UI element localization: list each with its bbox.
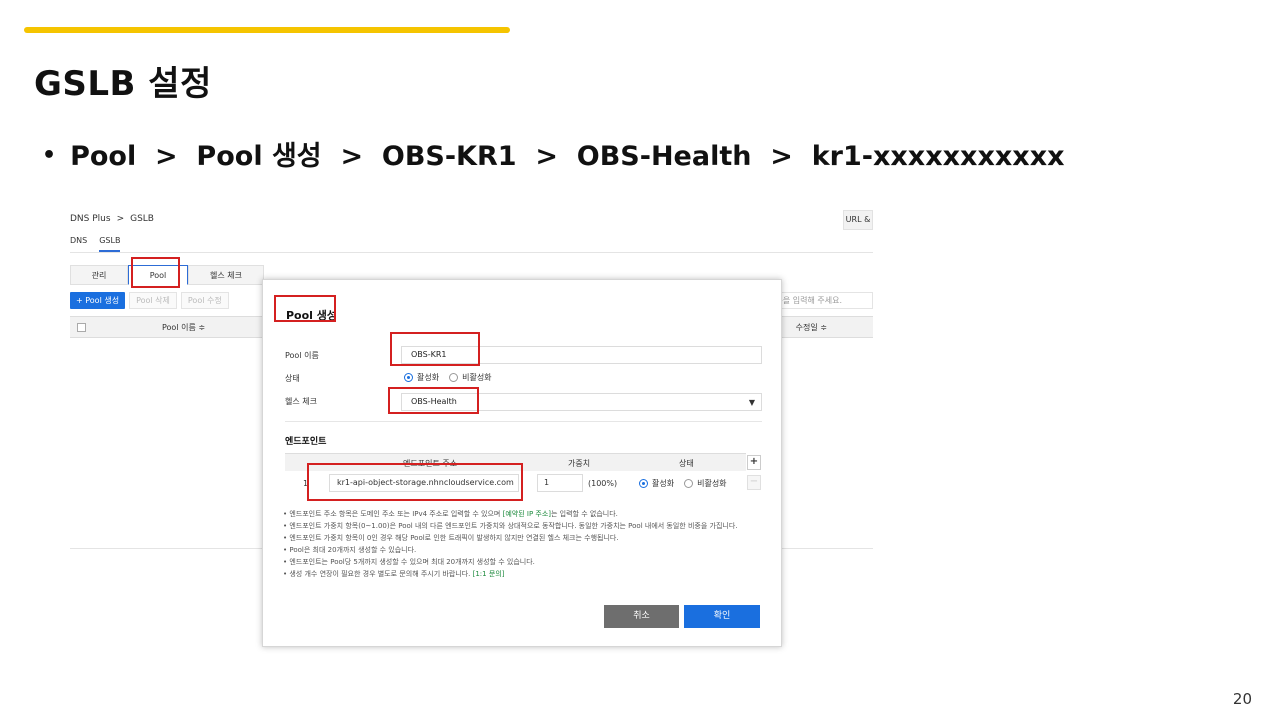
note-text: 생성 개수 연장이 필요한 경우 별도로 문의해 주시기 바랍니다. xyxy=(289,570,473,578)
highlight-health-check xyxy=(388,387,479,414)
accent-bar xyxy=(24,27,510,33)
cancel-button[interactable]: 취소 xyxy=(604,605,679,628)
confirm-button[interactable]: 확인 xyxy=(684,605,760,628)
highlight-endpoint-address xyxy=(307,463,523,501)
status-disabled-label: 비활성화 xyxy=(462,373,492,382)
endpoint-enabled-radio[interactable] xyxy=(639,479,648,488)
service-tabs: DNS GSLB xyxy=(70,236,132,252)
remove-endpoint-button[interactable]: − xyxy=(747,475,761,490)
status-label: 상태 xyxy=(285,374,300,383)
status-enabled-label: 활성화 xyxy=(417,373,440,382)
note-text: 엔드포인트 가중치 항목이 0인 경우 해당 Pool로 인한 트래픽이 발생하… xyxy=(289,534,619,542)
note-text: 엔드포인트 가중치 항목(0~1.00)은 Pool 내의 다른 엔드포인트 가… xyxy=(289,522,738,530)
breadcrumb-separator: > xyxy=(116,214,125,224)
caret-down-icon: ▼ xyxy=(748,398,755,407)
note-text: 는 입력할 수 없습니다. xyxy=(551,510,618,518)
endpoints-section-title: 엔드포인트 xyxy=(285,437,327,447)
endpoint-weight-percent: (100%) xyxy=(588,479,618,488)
column-pool-name[interactable]: Pool 이름 ≑ xyxy=(162,322,205,333)
endpoint-weight-input[interactable]: 1 xyxy=(537,474,583,492)
health-check-label: 헬스 체크 xyxy=(285,397,317,406)
slide-title: GSLB 설정 xyxy=(34,64,212,104)
divider xyxy=(70,252,873,253)
status-disabled-radio[interactable] xyxy=(449,373,459,382)
note-item: • 생성 개수 연장이 필요한 경우 별도로 문의해 주시기 바랍니다. [1:… xyxy=(283,570,505,578)
endpoint-disabled-radio[interactable] xyxy=(684,479,694,488)
highlight-pool-tab xyxy=(131,257,180,288)
divider xyxy=(285,421,762,422)
breadcrumb-gslb[interactable]: GSLB xyxy=(130,214,154,224)
endpoint-disabled-label: 비활성화 xyxy=(697,479,727,488)
highlight-modal-title xyxy=(274,295,336,322)
tab-gslb[interactable]: GSLB xyxy=(99,236,121,252)
navigation-path-bullet: • Pool > Pool 생성 > OBS-KR1 > OBS-Health >… xyxy=(42,134,1065,173)
tab-health-check[interactable]: 헬스 체크 xyxy=(188,265,264,285)
note-item: • Pool은 최대 20개까지 생성할 수 있습니다. xyxy=(283,546,417,554)
edit-pool-button[interactable]: Pool 수정 xyxy=(180,292,229,309)
breadcrumb-dns-plus[interactable]: DNS Plus xyxy=(70,214,111,224)
column-modified[interactable]: 수정일 ≑ xyxy=(796,322,827,333)
column-status: 상태 xyxy=(679,459,694,468)
pool-toolbar: + Pool 생성 Pool 삭제 Pool 수정 xyxy=(70,292,229,309)
delete-pool-button[interactable]: Pool 삭제 xyxy=(129,292,177,309)
url-button[interactable]: URL & xyxy=(843,210,873,230)
bullet-dot: • xyxy=(42,143,57,168)
endpoint-status-radio-group: 활성화 비활성화 xyxy=(639,478,727,489)
note-text: 엔드포인트 주소 항목은 도메인 주소 또는 IPv4 주소로 입력할 수 있으… xyxy=(289,510,503,518)
inquiry-link[interactable]: [1:1 문의] xyxy=(473,570,505,578)
create-pool-button[interactable]: + Pool 생성 xyxy=(70,292,126,309)
endpoint-notes: • 엔드포인트 주소 항목은 도메인 주소 또는 IPv4 주소로 입력할 수 … xyxy=(283,508,773,580)
note-text: 엔드포인트는 Pool당 5개까지 생성할 수 있으며 최대 20개까지 생성할… xyxy=(289,558,535,566)
add-endpoint-button[interactable]: + xyxy=(747,455,761,470)
endpoint-enabled-label: 활성화 xyxy=(652,479,675,488)
reserved-ip-link[interactable]: [예약된 IP 주소] xyxy=(503,510,551,518)
console-breadcrumb: DNS Plus > GSLB xyxy=(70,214,154,224)
navigation-path: Pool > Pool 생성 > OBS-KR1 > OBS-Health > … xyxy=(70,141,1065,172)
status-enabled-radio[interactable] xyxy=(404,373,413,382)
page-number: 20 xyxy=(1232,690,1252,708)
note-text: Pool은 최대 20개까지 생성할 수 있습니다. xyxy=(289,546,417,554)
pool-name-label: Pool 이름 xyxy=(285,351,319,360)
select-all-checkbox[interactable] xyxy=(77,323,86,332)
status-radio-group: 활성화 비활성화 xyxy=(404,372,492,383)
tab-manage[interactable]: 관리 xyxy=(70,265,128,285)
note-item: • 엔드포인트 가중치 항목(0~1.00)은 Pool 내의 다른 엔드포인트… xyxy=(283,522,738,530)
tab-dns[interactable]: DNS xyxy=(70,236,87,250)
note-item: • 엔드포인트 가중치 항목이 0인 경우 해당 Pool로 인한 트래픽이 발… xyxy=(283,534,619,542)
highlight-pool-name xyxy=(390,332,480,366)
column-weight: 가중치 xyxy=(568,459,591,468)
note-item: • 엔드포인트 주소 항목은 도메인 주소 또는 IPv4 주소로 입력할 수 … xyxy=(283,510,618,518)
note-item: • 엔드포인트는 Pool당 5개까지 생성할 수 있으며 최대 20개까지 생… xyxy=(283,558,535,566)
